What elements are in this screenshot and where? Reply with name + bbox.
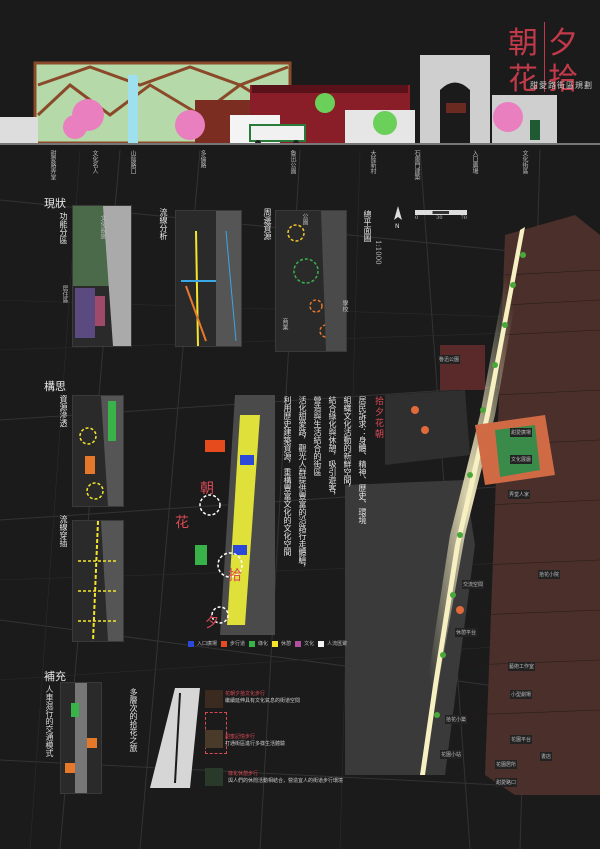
elevation-label: 多倫路 xyxy=(199,150,206,168)
concept-text-line: 結合綠化與休憩，吸引遊客， xyxy=(328,396,337,500)
concept-big-diagram xyxy=(185,395,275,635)
diagram-char: 拾 xyxy=(228,568,242,584)
legend-swatch xyxy=(221,640,228,647)
map-tag: 甜愛路口 xyxy=(495,778,518,787)
legend-swatch xyxy=(295,640,302,647)
legend: 入口廣場 步行道 綠化 休憩 文化 人流匯聚 xyxy=(188,640,347,647)
map-tag: 休憩平台 xyxy=(455,628,478,637)
map-tag: 甜愛廣場 xyxy=(510,428,533,437)
concept-text-line: 活化甜愛路，觀光人群提供豐富的沿路行走體驗， xyxy=(298,396,307,572)
surround-label: 公園 xyxy=(301,213,308,225)
section-heading-concept: 構思 xyxy=(44,380,66,393)
section-sub-supplement: 人車混行的交通模式 xyxy=(45,685,54,757)
photo-thumb xyxy=(205,730,223,748)
legend-item: 步行道 xyxy=(221,640,245,647)
elevation-label: 入口廣場 xyxy=(471,150,478,174)
elevation-label: 大陸新村 xyxy=(369,150,376,174)
section-sub-current: 功能分區 xyxy=(59,212,68,244)
section-sub-concept-1: 資源滲透 xyxy=(59,395,68,427)
section-sub-concept-2: 流線穿插 xyxy=(59,515,68,547)
section-heading-current: 現狀 xyxy=(44,197,66,210)
elevation-label: 文化名人 xyxy=(91,150,98,174)
multi-layer-map xyxy=(150,688,205,788)
flow-analysis-map xyxy=(175,210,242,347)
layer-note-1: 花朝夕拾文化步行 繼續延伸具有文化氣息的街道空間 xyxy=(225,691,301,704)
map-tag: 花園小站 xyxy=(440,750,463,759)
elevation-label: 文化街區 xyxy=(521,150,528,174)
concept-text-line: 營造與生活結合的街區 xyxy=(313,396,322,476)
map-tag: 交流空間 xyxy=(462,580,485,589)
legend-item: 人流匯聚 xyxy=(318,640,347,647)
concept-text: 拾夕花朝 居民訴求：身體、精神、歷史、環境 組織文化活動的新鮮空間， 結合綠化與… xyxy=(282,396,385,626)
diagram-char: 花 xyxy=(175,515,189,531)
legend-item: 休憩 xyxy=(272,640,291,647)
surround-label: 商業 xyxy=(281,318,288,330)
diagram-char: 朝 xyxy=(200,481,214,497)
map-tag: 書店 xyxy=(540,752,553,761)
concept-text-heading: 拾夕花朝 xyxy=(373,396,383,440)
street-elevation xyxy=(0,55,600,150)
map-tag: 弄堂人家 xyxy=(508,490,531,499)
photo-thumb xyxy=(205,768,223,786)
concept-flow-map xyxy=(72,520,124,642)
elevation-label: 石庫門建築 xyxy=(413,150,420,180)
concept-resource-map xyxy=(72,395,124,507)
traffic-mode-diagram xyxy=(60,682,102,794)
current-map-label: 文化設施 xyxy=(99,215,106,239)
layer-note-2: 甜蜜記憶步行 打通街區進行多樣生活體驗 xyxy=(225,734,286,747)
map-tag: 魯迅公園 xyxy=(438,355,461,364)
map-tag: 藝術工作室 xyxy=(508,662,536,671)
map-tag: 小型劇場 xyxy=(510,690,533,699)
legend-swatch xyxy=(318,640,325,647)
legend-swatch xyxy=(188,640,194,647)
map-tag: 拾花小築 xyxy=(445,715,468,724)
elevation-label: 魯迅公園 xyxy=(289,150,296,174)
map-tag: 花園居所 xyxy=(495,760,518,769)
concept-text-line: 組織文化活動的新鮮空間， xyxy=(343,396,352,492)
concept-text-line: 居民訴求：身體、精神、歷史、環境 xyxy=(358,396,367,524)
section-heading-surround: 周邊資源 xyxy=(263,208,272,240)
legend-item: 入口廣場 xyxy=(188,640,217,647)
elevation-label: 甜愛路弄堂 xyxy=(49,150,56,180)
section-heading-flow: 流線分析 xyxy=(159,208,168,240)
map-tag: 拾花小院 xyxy=(538,570,561,579)
elevation-label: 山陰路口 xyxy=(129,150,136,174)
legend-item: 綠化 xyxy=(249,640,268,647)
concept-text-line: 利用歷史建築資源，重構豐富文化的文化空間 xyxy=(283,396,292,556)
legend-item: 文化 xyxy=(295,640,314,647)
map-tag: 花園平台 xyxy=(510,735,533,744)
photo-thumb xyxy=(205,690,223,708)
section-heading-multi: 多層次的拾花之旅 xyxy=(129,688,138,752)
surrounding-resources-map xyxy=(275,210,347,352)
legend-swatch xyxy=(272,640,279,647)
map-tag: 文化展廳 xyxy=(510,455,533,464)
current-map-label: 居住區 xyxy=(61,285,68,303)
diagram-char: 夕 xyxy=(205,615,219,631)
legend-swatch xyxy=(249,640,256,647)
layer-note-3: 綠化休憩步行 與人們的休閒活動相結合，營造宜人的街道步行環境 xyxy=(228,771,344,784)
